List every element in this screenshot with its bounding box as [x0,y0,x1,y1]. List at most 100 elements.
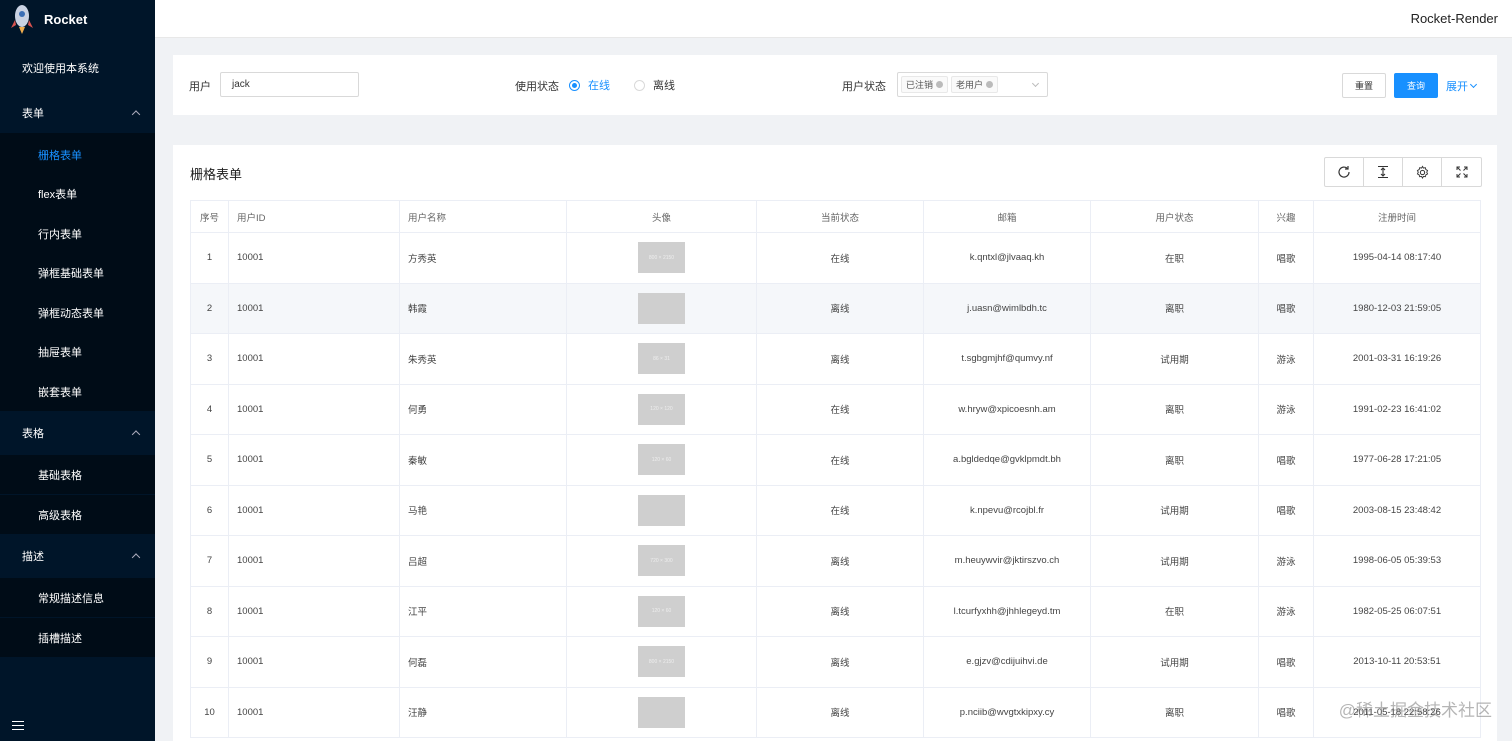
radio-online[interactable]: 在线 [569,77,610,93]
menu-label: 常规描述信息 [38,592,104,605]
cell-email: t.sgbgmjhf@qumvy.nf [923,333,1091,385]
table-toolbar [1324,157,1482,187]
cell-user-id: 10001 [228,535,400,587]
cell-hobby: 游泳 [1258,535,1314,587]
menu-item-flex-form[interactable]: flex表单 [0,174,155,213]
col-header-current-state: 当前状态 [756,200,924,233]
cell-email: a.bgldedqe@gvklpmdt.bh [923,434,1091,486]
cell-user-status: 离职 [1090,686,1259,738]
avatar-image [638,292,685,324]
expand-label: 展开 [1446,81,1468,93]
tag-label: 已注销 [906,80,934,90]
top-header: Rocket-Render [155,0,1512,38]
query-button[interactable]: 查询 [1394,73,1438,98]
cell-hobby: 唱歌 [1258,686,1314,738]
cell-avatar: 120 × 120 [566,383,757,435]
cell-avatar: 720 × 300 [566,535,757,587]
table-card: 栅格表单 序号 用户ID 用户名称 头像 当前状态 邮箱 用户状态 兴趣 注册时… [173,145,1497,741]
cell-avatar: 86 × 31 [566,333,757,385]
cell-user-name: 江平 [399,585,567,637]
user-input[interactable]: jack [220,72,359,97]
cell-user-status: 试用期 [1090,535,1259,587]
cell-avatar: 800 × 2150 [566,636,757,688]
cell-user-name: 吕超 [399,535,567,587]
cell-index: 8 [190,585,229,637]
column-height-icon[interactable] [1364,158,1403,186]
cell-index: 2 [190,282,229,334]
logo[interactable]: Rocket [0,0,155,38]
table-row[interactable]: 9 10001 何磊 800 × 2150 离线 e.gjzv@cdijuihvi.de 试… [190,636,1481,688]
menu-label: 嵌套表单 [38,386,82,399]
cell-user-status: 试用期 [1090,333,1259,385]
table-row[interactable]: 2 10001 韩霞 离线 j.uasn@wimlbdh.tc 离职 唱歌 1980-12-0… [190,282,1481,334]
menu-label: 弹框基础表单 [38,267,104,280]
reset-button[interactable]: 重置 [1342,73,1386,98]
cell-email: j.uasn@wimlbdh.tc [923,282,1091,334]
cell-user-id: 10001 [228,282,400,334]
menu-fold-icon[interactable] [12,721,24,731]
table-row[interactable]: 10 10001 汪静 离线 p.nciib@wvgtxkipxy.cy 离职 唱歌 2011… [190,686,1481,738]
cell-current-state: 离线 [756,585,924,637]
avatar-image: 800 × 2150 [638,242,685,274]
radio-offline[interactable]: 离线 [634,77,675,93]
cell-index: 5 [190,434,229,486]
menu-label: flex表单 [38,188,78,201]
menu-group-description[interactable]: 描述 [0,536,155,576]
table-row[interactable]: 3 10001 朱秀英 86 × 31 离线 t.sgbgmjhf@qumvy.nf 试用期… [190,333,1481,385]
cell-register-time: 1998-06-05 05:39:53 [1313,535,1481,587]
cell-user-id: 10001 [228,636,400,688]
fullscreen-icon[interactable] [1442,158,1481,186]
expand-link[interactable]: 展开 [1446,78,1478,94]
menu-item-slot-description[interactable]: 插槽描述 [0,618,155,657]
cell-index: 4 [190,383,229,435]
cell-user-id: 10001 [228,383,400,435]
avatar-image: 800 × 2150 [638,646,685,678]
table-row[interactable]: 7 10001 吕超 720 × 300 离线 m.heuywvir@jktirszvo.… [190,535,1481,587]
table-row[interactable]: 8 10001 江平 120 × 60 离线 l.tcurfyxhh@jhhlegeyd.… [190,585,1481,637]
cell-user-status: 离职 [1090,282,1259,334]
cell-avatar: 800 × 2150 [566,232,757,284]
menu-item-grid-form[interactable]: 栅格表单 [0,135,155,174]
menu-item-modal-basic-form[interactable]: 弹框基础表单 [0,253,155,292]
table-row[interactable]: 6 10001 马艳 在线 k.npevu@rcojbl.fr 试用期 唱歌 2003-08-… [190,484,1481,536]
avatar-image: 86 × 31 [638,343,685,375]
menu-label: 行内表单 [38,228,82,241]
cell-hobby: 唱歌 [1258,232,1314,284]
cell-current-state: 在线 [756,434,924,486]
table-row[interactable]: 5 10001 秦敏 120 × 60 在线 a.bgldedqe@gvklpmdt.bh… [190,434,1481,486]
cell-index: 1 [190,232,229,284]
menu-item-welcome[interactable]: 欢迎使用本系统 [0,48,155,88]
menu-item-basic-table[interactable]: 基础表格 [0,455,155,494]
menu-item-nested-form[interactable]: 嵌套表单 [0,372,155,411]
cell-hobby: 游泳 [1258,383,1314,435]
menu-group-form[interactable]: 表单 [0,93,155,133]
sidebar: Rocket 欢迎使用本系统 表单 栅格表单 flex表单 行内表单 弹框基础表… [0,0,155,741]
close-icon[interactable] [986,81,994,88]
table-row[interactable]: 4 10001 何勇 120 × 120 在线 w.hryw@xpicoesnh.am 离职… [190,383,1481,435]
cell-email: m.heuywvir@jktirszvo.ch [923,535,1091,587]
table-header-row: 序号 用户ID 用户名称 头像 当前状态 邮箱 用户状态 兴趣 注册时间 [190,200,1481,233]
user-label: 用户 [189,81,211,93]
menu-item-modal-dynamic-form[interactable]: 弹框动态表单 [0,293,155,332]
col-header-index: 序号 [190,200,229,233]
menu-item-normal-description[interactable]: 常规描述信息 [0,578,155,617]
table-row[interactable]: 1 10001 方秀英 800 × 2150 在线 k.qntxl@jlvaaq.kh 在职… [190,232,1481,284]
chevron-down-icon [1031,79,1040,88]
refresh-icon[interactable] [1325,158,1364,186]
cell-hobby: 唱歌 [1258,484,1314,536]
menu-item-inline-form[interactable]: 行内表单 [0,214,155,253]
cell-user-id: 10001 [228,333,400,385]
menu-group-table[interactable]: 表格 [0,413,155,453]
cell-current-state: 离线 [756,282,924,334]
cell-register-time: 1991-02-23 16:41:02 [1313,383,1481,435]
menu-item-drawer-form[interactable]: 抽屉表单 [0,332,155,371]
setting-icon[interactable] [1403,158,1442,186]
cell-avatar [566,686,757,738]
cell-user-status: 试用期 [1090,484,1259,536]
menu-label: 欢迎使用本系统 [22,63,99,75]
close-icon[interactable] [936,81,944,88]
user-status-select[interactable]: 已注销 老用户 [897,72,1048,97]
menu-item-advanced-table[interactable]: 高级表格 [0,495,155,534]
cell-hobby: 游泳 [1258,585,1314,637]
chevron-up-icon [131,553,141,562]
